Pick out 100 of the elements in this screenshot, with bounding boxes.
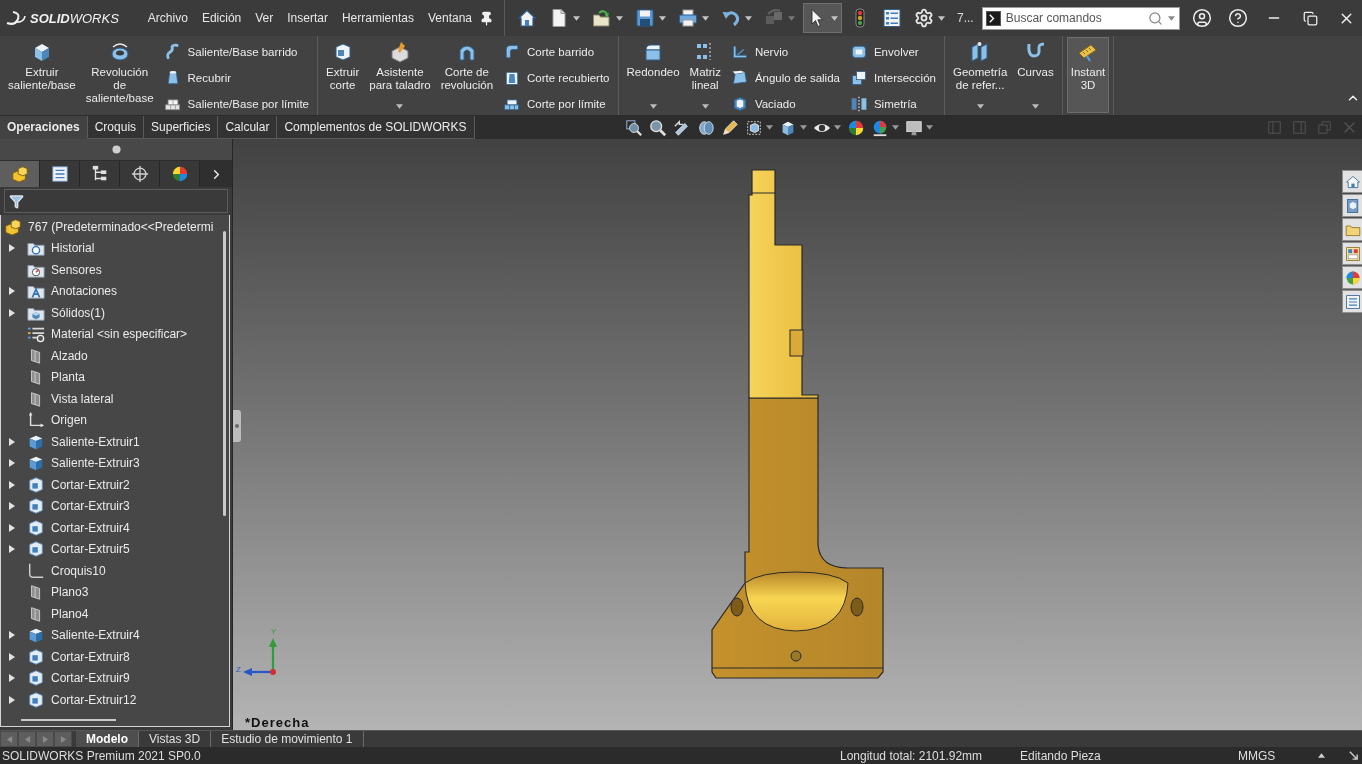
ribbon-button[interactable]: Geometría de refer... <box>948 37 1012 113</box>
tree-item[interactable]: Cortar-Extruir5 <box>27 539 130 560</box>
ribbon-tab[interactable]: Superficies <box>144 116 219 139</box>
tree-item[interactable]: Planta <box>27 367 86 388</box>
tree-item[interactable]: Cortar-Extruir2 <box>27 474 130 495</box>
ribbon-button[interactable]: Revolución de saliente/base <box>81 37 158 113</box>
panel-tab[interactable] <box>40 161 80 187</box>
caret-icon[interactable] <box>1167 15 1175 21</box>
diagonal-arrow-icon[interactable] <box>1348 750 1359 761</box>
ribbon-button[interactable]: Recubrir <box>159 65 313 91</box>
tree-item[interactable]: Alzado <box>27 345 88 366</box>
ribbon-button[interactable]: Ángulo de salida <box>726 65 844 91</box>
overflow-button[interactable]: 7... <box>953 11 978 25</box>
caret-icon[interactable] <box>976 104 984 109</box>
restore-icon[interactable] <box>1302 10 1318 26</box>
search-icon[interactable] <box>1147 10 1163 26</box>
expand-arrow-icon[interactable] <box>9 244 15 253</box>
expand-arrow-icon[interactable] <box>9 674 15 683</box>
caret-icon[interactable] <box>1032 104 1039 109</box>
tree-item[interactable]: Historial <box>27 238 95 259</box>
task-pane-button[interactable] <box>1342 242 1362 265</box>
tree-item[interactable]: Cortar-Extruir9 <box>27 668 130 689</box>
task-pane-button[interactable] <box>1342 194 1362 217</box>
tree-item[interactable]: Croquis10 <box>27 560 106 581</box>
ribbon-button[interactable]: Simetría <box>845 91 940 117</box>
tree-item[interactable]: Saliente-Extruir4 <box>27 625 140 646</box>
tree-item[interactable]: Saliente-Extruir1 <box>27 431 140 452</box>
tree-item[interactable]: Sólidos(1) <box>27 302 106 323</box>
ribbon-button[interactable]: Nervio <box>726 39 844 65</box>
nav-button[interactable] <box>36 731 54 747</box>
expand-arrow-icon[interactable] <box>9 652 15 661</box>
task-pane-button[interactable] <box>1342 266 1362 289</box>
ribbon-button[interactable]: Curvas <box>1013 37 1058 113</box>
tree-item[interactable]: Plano4 <box>27 603 89 624</box>
tree-item[interactable]: Anotaciones <box>27 281 118 302</box>
panel-tab[interactable] <box>0 161 40 187</box>
ribbon-button[interactable]: Instant 3D <box>1066 37 1110 113</box>
expand-arrow-icon[interactable] <box>9 308 15 317</box>
ribbon-tab[interactable]: Croquis <box>87 116 145 139</box>
expand-arrow-icon[interactable] <box>9 437 15 446</box>
caret-icon[interactable] <box>938 15 945 21</box>
panel-tab[interactable] <box>160 161 200 187</box>
tree-item[interactable]: Cortar-Extruir8 <box>27 646 130 667</box>
tree-item[interactable]: Sensores <box>27 259 102 280</box>
ribbon-button[interactable]: Matriz lineal <box>685 37 725 113</box>
tree-item[interactable]: Plano3 <box>27 582 89 603</box>
caret-icon[interactable] <box>799 125 807 130</box>
menu-item[interactable]: Ver <box>248 5 281 31</box>
filter-field[interactable] <box>4 189 228 213</box>
caret-icon[interactable] <box>833 125 841 130</box>
grip-icon[interactable] <box>111 145 121 154</box>
caret-icon[interactable] <box>649 104 657 109</box>
ribbon-button[interactable]: Asistente para taladro <box>365 37 435 113</box>
expand-arrow-icon[interactable] <box>9 287 15 296</box>
caret-icon[interactable] <box>616 15 623 21</box>
magnifier-icon[interactable] <box>648 118 667 137</box>
ribbon-button[interactable]: Saliente/Base por límite <box>159 91 313 117</box>
caret-icon[interactable] <box>702 15 709 21</box>
caret-icon[interactable] <box>659 15 666 21</box>
color-ball-icon[interactable] <box>846 118 865 137</box>
pencil-arrow-icon[interactable] <box>672 118 691 137</box>
menu-item[interactable]: Herramientas <box>334 5 421 31</box>
ribbon-button[interactable]: Extruir saliente/base <box>4 37 80 113</box>
caret-icon[interactable] <box>925 125 933 130</box>
caret-icon[interactable] <box>745 15 752 21</box>
caret-icon[interactable] <box>396 104 404 109</box>
ribbon-button[interactable]: Corte por límite <box>499 91 614 117</box>
tree-item[interactable]: Origen <box>27 410 88 431</box>
menu-item[interactable]: Insertar <box>280 5 335 31</box>
expand-arrow-icon[interactable] <box>9 631 15 640</box>
expand-arrow-icon[interactable] <box>9 545 15 554</box>
ribbon-tab[interactable]: Complementos de SOLIDWORKS <box>277 116 475 139</box>
tree-item[interactable]: Vista lateral <box>27 388 114 409</box>
expand-arrow-icon[interactable] <box>9 523 15 532</box>
ribbon-button[interactable]: Corte barrido <box>499 39 614 65</box>
tile-icon[interactable] <box>1293 121 1306 134</box>
search-input[interactable]: Buscar comandos <box>1005 8 1143 28</box>
user-icon[interactable] <box>1192 8 1212 28</box>
caret-up-icon[interactable] <box>1318 752 1325 759</box>
task-pane-button[interactable] <box>1342 218 1362 241</box>
select-button[interactable] <box>803 3 842 33</box>
tree-item[interactable]: 767 (Predeterminado<<Predetermi <box>4 216 214 237</box>
panel-tab[interactable] <box>80 161 120 187</box>
cylinder-slice-icon[interactable] <box>696 118 715 137</box>
menu-item[interactable]: Archivo <box>140 5 195 31</box>
caret-icon[interactable] <box>765 125 773 130</box>
nav-button[interactable] <box>18 731 36 747</box>
ribbon-button[interactable]: Envolver <box>845 39 940 65</box>
expand-arrow-icon[interactable] <box>9 459 15 468</box>
caret-icon[interactable] <box>831 15 838 21</box>
help-icon[interactable] <box>1228 8 1248 28</box>
tree-item[interactable]: Cortar-Extruir12 <box>27 689 137 710</box>
vertical-scrollbar[interactable] <box>222 231 226 516</box>
ribbon-button[interactable]: Intersección <box>845 65 940 91</box>
ribbon-tab[interactable]: Calcular <box>218 116 278 139</box>
ribbon-button[interactable]: Corte recubierto <box>499 65 614 91</box>
ribbon-tab[interactable]: Operaciones <box>0 116 88 139</box>
expand-arrow-icon[interactable] <box>9 480 15 489</box>
sheet-tab[interactable]: Modelo <box>76 731 139 747</box>
splitter-handle[interactable] <box>233 410 241 442</box>
